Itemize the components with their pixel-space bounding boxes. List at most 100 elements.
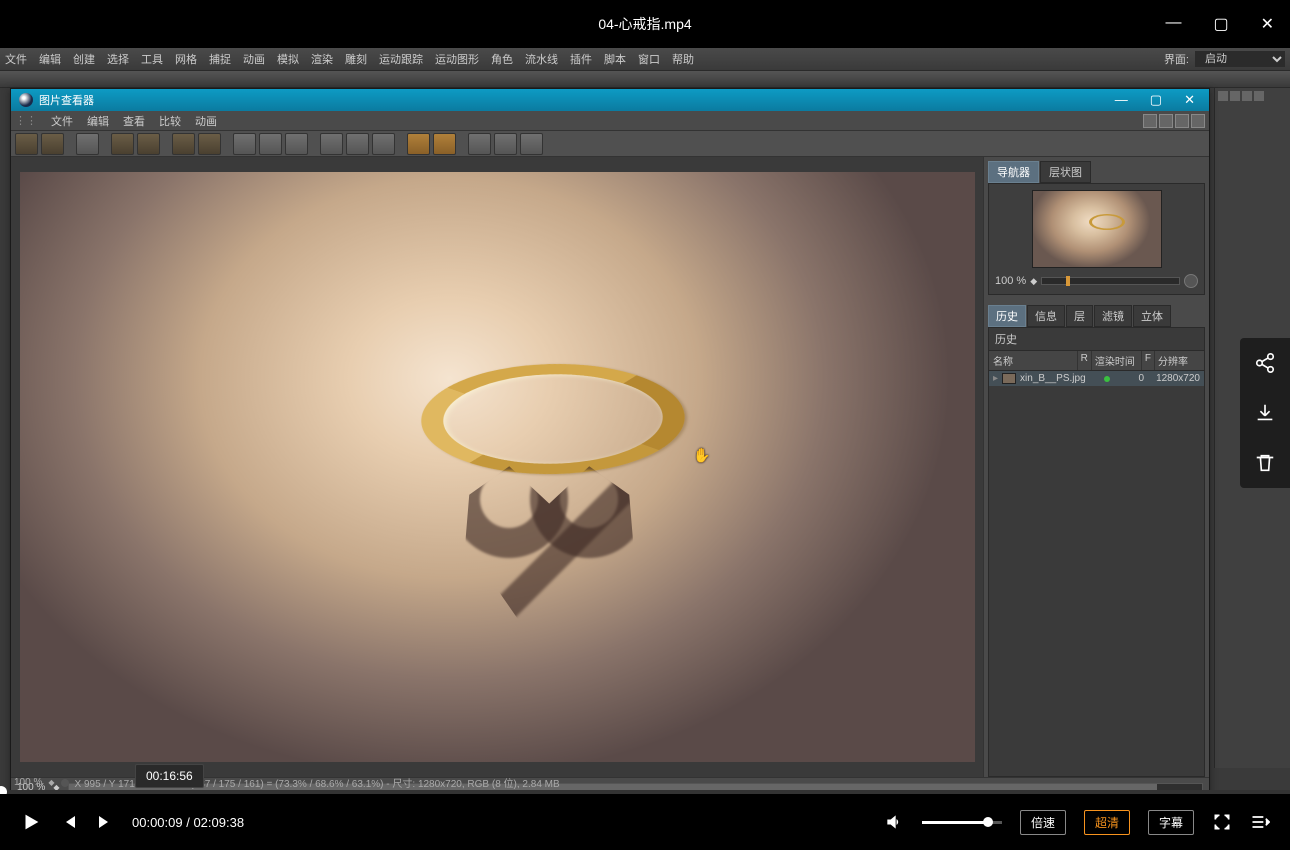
playlist-button[interactable]: [1250, 812, 1270, 832]
tab-stereo[interactable]: 立体: [1133, 305, 1171, 327]
pv-maximize-button[interactable]: ▢: [1144, 92, 1168, 108]
panel-icon[interactable]: [1159, 114, 1173, 128]
swap-icon[interactable]: [346, 133, 369, 155]
col-time[interactable]: 渲染时间: [1091, 351, 1141, 370]
range-icon[interactable]: [520, 133, 543, 155]
navigator-thumbnail[interactable]: [1032, 190, 1162, 268]
filter-icon[interactable]: [372, 133, 395, 155]
menu-sculpt[interactable]: 雕刻: [345, 51, 367, 67]
menu-plugins[interactable]: 插件: [570, 51, 592, 67]
menu-mesh[interactable]: 网格: [175, 51, 197, 67]
panel-icon[interactable]: [1175, 114, 1189, 128]
subtitle-button[interactable]: 字幕: [1148, 810, 1194, 835]
grip-icon[interactable]: ⋮⋮: [15, 114, 37, 127]
tab-filter[interactable]: 滤镜: [1094, 305, 1132, 327]
pv-minimize-button[interactable]: —: [1109, 92, 1134, 108]
tab-layers[interactable]: 层状图: [1040, 161, 1091, 183]
pv-titlebar[interactable]: 图片查看器 — ▢ ✕: [11, 89, 1209, 111]
menu-render[interactable]: 渲染: [311, 51, 333, 67]
status-dot-icon: [1104, 376, 1110, 382]
grid-icon[interactable]: [1254, 91, 1264, 101]
pv-menu-edit[interactable]: 编辑: [87, 113, 109, 129]
lock-icon[interactable]: [111, 133, 134, 155]
pv-menu-animate[interactable]: 动画: [195, 113, 217, 129]
menu-file[interactable]: 文件: [5, 51, 27, 67]
set-a-icon[interactable]: [407, 133, 430, 155]
tab-info[interactable]: 信息: [1027, 305, 1065, 327]
volume-slider[interactable]: [922, 821, 1002, 824]
minimize-button[interactable]: —: [1159, 12, 1187, 36]
auto-icon[interactable]: [198, 133, 221, 155]
menu-help[interactable]: 帮助: [672, 51, 694, 67]
tab-history[interactable]: 历史: [988, 305, 1026, 327]
stop-icon[interactable]: [137, 133, 160, 155]
menu-mograph[interactable]: 运动图形: [435, 51, 479, 67]
render-preview[interactable]: ✋: [11, 157, 983, 777]
channel-a-icon[interactable]: [233, 133, 256, 155]
delete-icon[interactable]: [1254, 452, 1276, 474]
rot-icon[interactable]: [1242, 91, 1252, 101]
menu-window[interactable]: 窗口: [638, 51, 660, 67]
play-icon[interactable]: [468, 133, 491, 155]
pv-menu-view[interactable]: 查看: [123, 113, 145, 129]
pv-close-button[interactable]: ✕: [1178, 92, 1201, 108]
home-icon[interactable]: [1230, 91, 1240, 101]
navigator-panel: 100 % ◆: [988, 183, 1205, 295]
zoom-step-icon[interactable]: ◆: [1030, 276, 1037, 287]
zoom-slider[interactable]: [1041, 277, 1180, 285]
channel-c-icon[interactable]: [285, 133, 308, 155]
speed-button[interactable]: 倍速: [1020, 810, 1066, 835]
maximize-button[interactable]: ▢: [1207, 12, 1234, 36]
volume-button[interactable]: [884, 812, 904, 832]
status-zoom2: 100 %: [14, 777, 42, 788]
panel-icon[interactable]: [1191, 114, 1205, 128]
quality-button[interactable]: 超清: [1084, 810, 1130, 835]
menu-script[interactable]: 脚本: [604, 51, 626, 67]
menu-simulate[interactable]: 模拟: [277, 51, 299, 67]
set-b-icon[interactable]: [433, 133, 456, 155]
menu-edit[interactable]: 编辑: [39, 51, 61, 67]
pv-menu: ⋮⋮ 文件 编辑 查看 比较 动画: [11, 111, 1209, 131]
col-name[interactable]: 名称: [989, 351, 1077, 370]
c4d-window: 文件 编辑 创建 选择 工具 网格 捕捉 动画 模拟 渲染 雕刻 运动跟踪 运动…: [0, 48, 1290, 794]
save-icon[interactable]: [41, 133, 64, 155]
col-r[interactable]: R: [1077, 351, 1091, 370]
menu-track[interactable]: 运动跟踪: [379, 51, 423, 67]
search-icon[interactable]: [1218, 91, 1228, 101]
zoom-reset-icon[interactable]: [1184, 274, 1198, 288]
fullscreen-icon[interactable]: [172, 133, 195, 155]
play-button[interactable]: [20, 811, 42, 833]
close-button[interactable]: ✕: [1255, 12, 1280, 36]
panel-icon[interactable]: [1143, 114, 1157, 128]
col-f[interactable]: F: [1141, 351, 1154, 370]
menu-select[interactable]: 选择: [107, 51, 129, 67]
ab-compare-icon[interactable]: [320, 133, 343, 155]
share-icon[interactable]: [1254, 352, 1276, 374]
menu-create[interactable]: 创建: [73, 51, 95, 67]
channel-b-icon[interactable]: [259, 133, 282, 155]
layout-select[interactable]: 启动: [1195, 51, 1285, 67]
video-titlebar: 04-心戒指.mp4 — ▢ ✕: [0, 0, 1290, 48]
fullscreen-button[interactable]: [1212, 812, 1232, 832]
pv-menu-compare[interactable]: 比较: [159, 113, 181, 129]
tab-navigator[interactable]: 导航器: [988, 161, 1039, 183]
zoom-value: 100 %: [995, 275, 1026, 287]
menu-pipeline[interactable]: 流水线: [525, 51, 558, 67]
histogram-icon[interactable]: [76, 133, 99, 155]
download-icon[interactable]: [1254, 402, 1276, 424]
pv-menu-file[interactable]: 文件: [51, 113, 73, 129]
prev-button[interactable]: [60, 813, 78, 831]
history-panel: 历史 名称 R 渲染时间 F 分辨率 ▸ xin_B__PS.jpg 0: [988, 327, 1205, 777]
tab-layer[interactable]: 层: [1066, 305, 1093, 327]
history-row[interactable]: ▸ xin_B__PS.jpg 0 1280x720: [989, 371, 1204, 386]
menu-character[interactable]: 角色: [491, 51, 513, 67]
menu-tools[interactable]: 工具: [141, 51, 163, 67]
rendered-image: [20, 172, 975, 762]
loop-icon[interactable]: [494, 133, 517, 155]
next-button[interactable]: [96, 813, 114, 831]
current-time: 00:00:09: [132, 815, 183, 830]
col-res[interactable]: 分辨率: [1154, 351, 1204, 370]
folder-icon[interactable]: [15, 133, 38, 155]
menu-animate[interactable]: 动画: [243, 51, 265, 67]
menu-snap[interactable]: 捕捉: [209, 51, 231, 67]
